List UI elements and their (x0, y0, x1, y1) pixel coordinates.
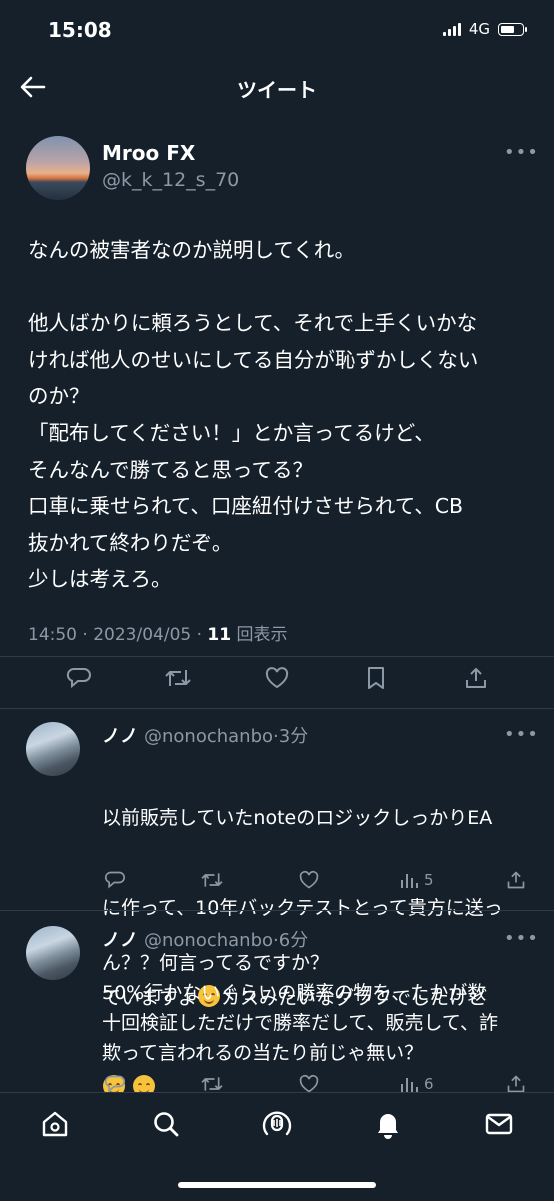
like-icon (299, 870, 319, 889)
reply-icon (66, 667, 91, 689)
divider (0, 910, 554, 911)
views-icon (401, 874, 418, 888)
reply-text: ん？？何言ってるですか？ 50%行かないぐらいの勝率の物を、たかが数 十回検証し… (102, 952, 498, 1064)
battery-icon (498, 22, 527, 36)
tweet-meta: 14:50 · 2023/04/05 · 11 回表示 (28, 625, 288, 645)
home-indicator (178, 1182, 376, 1188)
share-icon (507, 1075, 525, 1093)
views-count: 11 (207, 625, 232, 645)
messages-icon (485, 1113, 513, 1135)
tab-messages[interactable] (479, 1104, 519, 1144)
status-time: 15:08 (48, 18, 112, 42)
reply-reply-button[interactable] (104, 870, 126, 890)
reply-text-line: に作って、10年バックテストとって貴方に送っ (102, 897, 503, 919)
search-icon (154, 1112, 179, 1137)
reply-more-options-icon[interactable]: ••• (504, 724, 539, 745)
author-avatar[interactable] (26, 136, 90, 200)
page-title: ツイート (237, 78, 317, 102)
reply-icon (104, 871, 125, 889)
tweet-date: 2023/04/05 (93, 625, 192, 645)
status-indicators: 4G (442, 20, 527, 38)
like-icon (265, 667, 289, 689)
reply-share-button[interactable] (506, 870, 526, 890)
retweet-button[interactable] (164, 666, 192, 690)
bookmark-button[interactable] (366, 666, 386, 690)
tab-notifications[interactable] (368, 1104, 408, 1144)
reply-like-button[interactable] (298, 870, 320, 890)
author-handle[interactable]: @k_k_12_s_70 (102, 169, 239, 191)
reply-retweet-button[interactable] (200, 1074, 224, 1094)
share-icon (466, 668, 486, 688)
reply-share-button[interactable] (506, 1074, 526, 1094)
retweet-icon (201, 1077, 223, 1091)
reply-views-button[interactable]: 5 (400, 870, 434, 890)
reply-more-options-icon[interactable]: ••• (504, 928, 539, 949)
reply-button[interactable] (66, 666, 92, 690)
tab-spaces[interactable] (257, 1104, 297, 1144)
like-icon (299, 1074, 319, 1093)
home-icon (42, 1111, 68, 1137)
reply-text-line: 以前販売していたnoteのロジックしっかりEA (102, 807, 493, 829)
reply-reply-button[interactable] (104, 1074, 126, 1094)
bookmark-icon (368, 667, 384, 689)
tab-search[interactable] (146, 1104, 186, 1144)
network-label: 4G (468, 20, 490, 38)
tab-home[interactable] (35, 1104, 75, 1144)
reply-avatar[interactable] (26, 722, 80, 776)
tweet-text: なんの被害者なのか説明してくれ。 他人ばかりに頼ろうとして、それで上手くいかな … (28, 238, 479, 592)
divider (0, 656, 554, 657)
retweet-icon (165, 670, 191, 686)
tweet-time: 14:50 (28, 625, 77, 645)
reply-icon (104, 1075, 125, 1093)
signal-icon (442, 22, 461, 36)
notifications-icon (378, 1114, 398, 1139)
retweet-icon (201, 873, 223, 887)
reply-views-button[interactable]: 6 (400, 1074, 434, 1094)
more-options-icon[interactable]: ••• (504, 142, 539, 163)
reply-views-count: 6 (424, 1075, 434, 1093)
views-label: 回表示 (236, 625, 288, 645)
reply-like-button[interactable] (298, 1074, 320, 1094)
share-button[interactable] (464, 666, 488, 690)
reply-views-count: 5 (424, 871, 434, 889)
author-name[interactable]: Mroo FX (102, 141, 195, 165)
reply-avatar[interactable] (26, 926, 80, 980)
reply-retweet-button[interactable] (200, 870, 224, 890)
like-button[interactable] (264, 666, 290, 690)
divider (0, 708, 554, 709)
share-icon (507, 871, 525, 889)
spaces-icon (262, 1111, 292, 1136)
views-icon (401, 1078, 418, 1092)
